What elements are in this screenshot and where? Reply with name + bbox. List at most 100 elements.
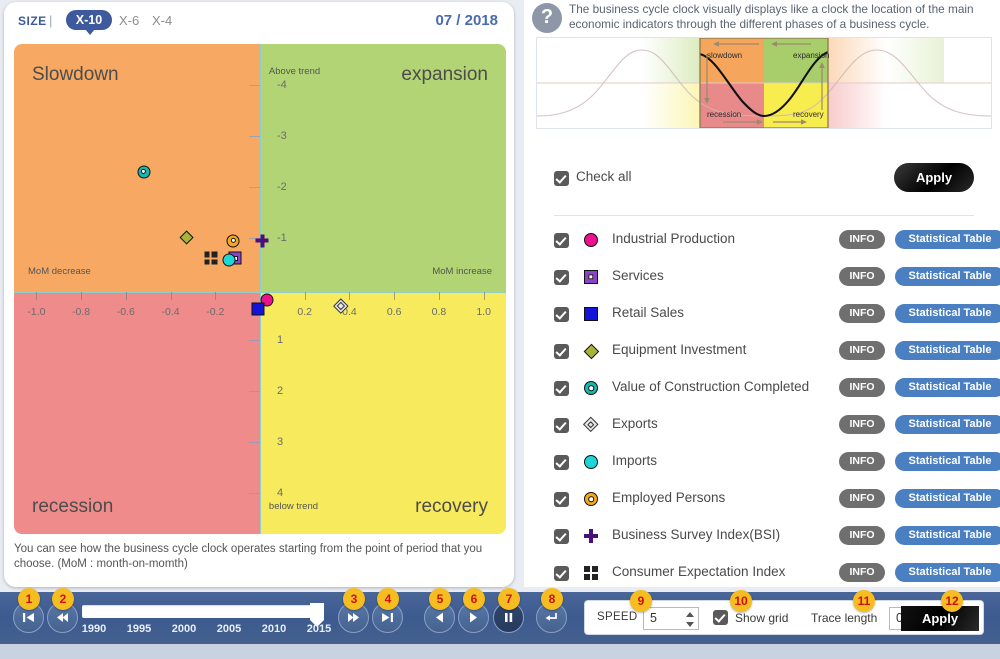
slider-thumb[interactable]: [310, 603, 324, 627]
fast-forward-icon: [348, 613, 359, 622]
statistical-table-button[interactable]: Statistical Table: [895, 304, 1000, 323]
speed-value: 5: [650, 611, 657, 625]
data-point-business-survey-index-bsi[interactable]: [255, 234, 269, 247]
check-all-checkbox[interactable]: [554, 171, 569, 187]
data-point-consumer-expectation-index[interactable]: [204, 251, 218, 265]
x-tick: [170, 291, 172, 300]
x-tick-label: 0.2: [297, 305, 313, 318]
indicator-checkbox[interactable]: [554, 492, 569, 507]
size-option-x6[interactable]: X-6: [119, 13, 139, 28]
statistical-table-button[interactable]: Statistical Table: [895, 415, 1000, 434]
info-button[interactable]: INFO: [839, 230, 885, 249]
scatter-plot-area[interactable]: Slowdown expansion recession recovery Ab…: [14, 44, 506, 534]
speed-input[interactable]: 5: [643, 607, 699, 630]
statistical-table-button[interactable]: Statistical Table: [895, 230, 1000, 249]
indicator-marker-icon: [584, 233, 600, 249]
info-button[interactable]: INFO: [839, 378, 885, 397]
diagram-label-slowdown: slowdown: [707, 51, 743, 60]
diagram-label-expansion: expansion: [793, 51, 830, 60]
show-grid-label: Show grid: [735, 611, 789, 625]
list-divider: [554, 215, 974, 216]
step-badge-10: 10: [730, 590, 752, 612]
cycle-diagram-svg: [537, 38, 991, 128]
data-point-equipment-investment[interactable]: [179, 230, 194, 246]
y-tick: [249, 135, 260, 137]
indicator-row: Equipment Investment INFO Statistical Tabl…: [554, 333, 1000, 370]
indicator-label: Services: [612, 268, 664, 283]
info-button[interactable]: INFO: [839, 526, 885, 545]
apply-button-bottom[interactable]: Apply: [901, 606, 979, 631]
x-tick: [215, 291, 217, 300]
size-option-x4[interactable]: X-4: [152, 13, 172, 28]
indicator-checkbox[interactable]: [554, 233, 569, 248]
business-cycle-diagram: slowdown expansion recession recovery: [536, 37, 992, 129]
info-button[interactable]: INFO: [839, 341, 885, 360]
data-point-retail-sales[interactable]: [251, 302, 265, 316]
data-point-employed-persons[interactable]: [226, 234, 240, 247]
statistical-table-button[interactable]: Statistical Table: [895, 341, 1000, 360]
step-badge-7: 7: [498, 588, 520, 610]
statistical-table-button[interactable]: Statistical Table: [895, 452, 1000, 471]
statistical-table-button[interactable]: Statistical Table: [895, 563, 1000, 582]
data-point-exports[interactable]: [332, 298, 349, 314]
indicator-marker-icon: [584, 307, 600, 323]
data-point-imports[interactable]: [222, 253, 236, 267]
indicator-checkbox[interactable]: [554, 418, 569, 433]
statistical-table-button[interactable]: Statistical Table: [895, 489, 1000, 508]
x-tick: [483, 291, 485, 300]
indicator-checkbox[interactable]: [554, 307, 569, 322]
indicator-label: Industrial Production: [612, 231, 736, 246]
quadrant-label-recovery: recovery: [415, 496, 488, 517]
size-option-x10[interactable]: X-10: [66, 10, 112, 35]
slider-track[interactable]: [82, 603, 324, 627]
x-tick-label: 1.0: [476, 305, 491, 318]
step-badge-9: 9: [630, 590, 652, 612]
y-tick: [249, 493, 260, 495]
indicator-checkbox[interactable]: [554, 270, 569, 285]
indicator-row: Value of Construction Completed INFO Stati…: [554, 370, 1000, 407]
indicator-marker-icon: [584, 566, 600, 582]
info-button[interactable]: INFO: [839, 267, 885, 286]
x-tick: [125, 291, 127, 300]
info-button[interactable]: INFO: [839, 304, 885, 323]
info-button[interactable]: INFO: [839, 415, 885, 434]
indicator-label: Value of Construction Completed: [612, 379, 810, 394]
timeline-year-label: 2015: [306, 623, 332, 635]
indicator-marker-icon: [584, 455, 600, 471]
statistical-table-button[interactable]: Statistical Table: [895, 378, 1000, 397]
indicator-checkbox[interactable]: [554, 566, 569, 581]
return-arrow-icon: [545, 613, 557, 621]
x-tick-label: 0.6: [386, 305, 402, 318]
statistical-table-button[interactable]: Statistical Table: [895, 267, 1000, 286]
apply-button-top[interactable]: Apply: [894, 163, 974, 192]
indicator-row: Retail Sales INFO Statistical Table: [554, 296, 1000, 333]
show-grid-checkbox[interactable]: [713, 610, 728, 625]
info-button[interactable]: INFO: [839, 452, 885, 471]
step-badge-2: 2: [52, 588, 74, 610]
indicator-row: Imports INFO Statistical Table: [554, 444, 1000, 481]
x-tick-label: -0.2: [206, 305, 225, 318]
axis-annotation-below-trend: below trend: [268, 501, 319, 512]
y-tick-label: -4: [277, 78, 287, 91]
x-tick-label: 0.8: [431, 305, 447, 318]
x-tick: [36, 291, 38, 300]
y-tick-label: 2: [277, 385, 284, 398]
step-badge-4: 4: [377, 588, 399, 610]
info-button[interactable]: INFO: [839, 563, 885, 582]
timeline-slider[interactable]: 1990 1995 2000 2005 2010 2015: [82, 603, 331, 639]
speed-spinner[interactable]: [686, 611, 695, 628]
chart-header: SIZE | X-10 X-6 X-4 07 / 2018: [4, 2, 514, 42]
statistical-table-button[interactable]: Statistical Table: [895, 526, 1000, 545]
y-tick: [249, 84, 260, 86]
indicator-checkbox[interactable]: [554, 455, 569, 470]
indicator-row: Employed Persons INFO Statistical Table: [554, 481, 1000, 518]
y-tick-label: 3: [277, 436, 284, 449]
indicator-checkbox[interactable]: [554, 344, 569, 359]
data-point-value-of-construction-completed[interactable]: [137, 165, 151, 179]
info-button[interactable]: INFO: [839, 489, 885, 508]
indicator-checkbox[interactable]: [554, 381, 569, 396]
indicator-row: Exports INFO Statistical Table: [554, 407, 1000, 444]
indicator-checkbox[interactable]: [554, 529, 569, 544]
indicator-label: Equipment Investment: [612, 342, 747, 357]
x-tick: [438, 291, 440, 300]
